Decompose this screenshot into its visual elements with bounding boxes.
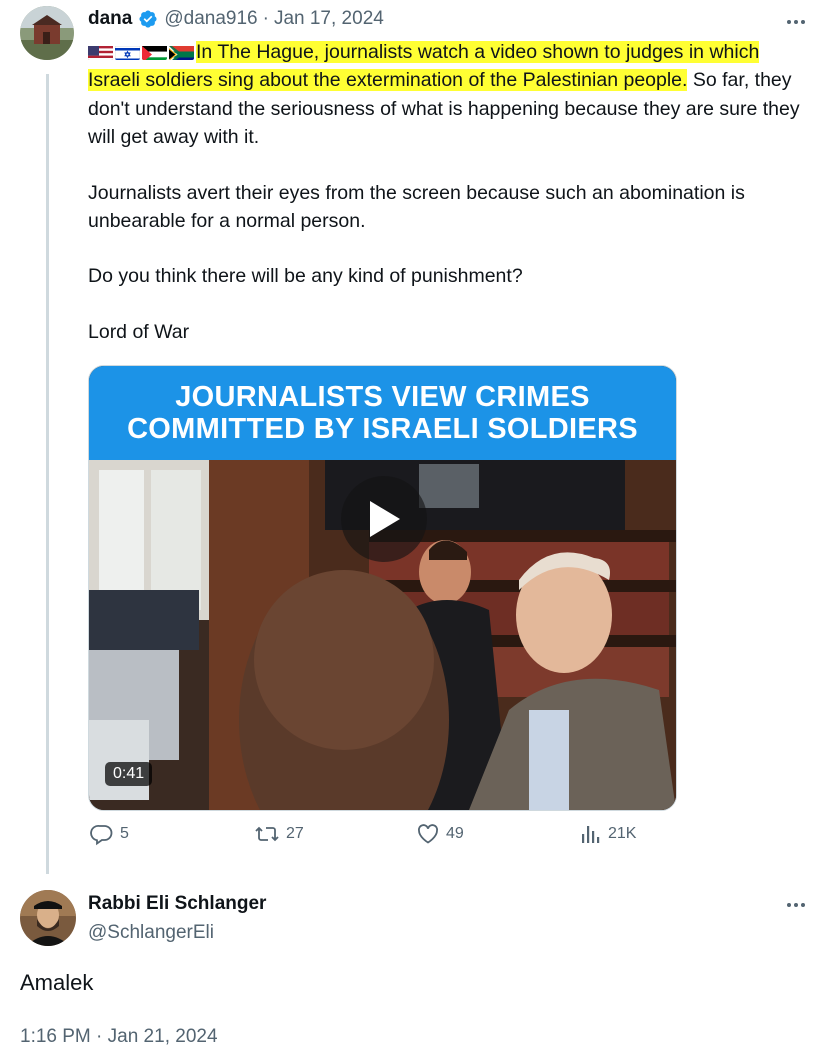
heart-icon	[417, 824, 439, 844]
tweet-date[interactable]: Jan 17, 2024	[274, 8, 384, 30]
reply-text: Amalek	[20, 970, 94, 995]
tweet-paragraph-4: Lord of War	[88, 320, 190, 343]
tweet-actions: 5 27 49 21K	[88, 822, 648, 850]
south-africa-flag-icon	[169, 43, 194, 60]
reply-author-name[interactable]: Rabbi Eli Schlanger	[88, 893, 266, 915]
tweet-header: dana @dana916 · Jan 17, 2024	[88, 8, 384, 30]
play-button[interactable]	[341, 476, 427, 562]
views-button[interactable]: 21K	[580, 822, 636, 846]
reply-author-handle[interactable]: @SchlangerEli	[88, 922, 214, 944]
like-button[interactable]: 49	[416, 822, 464, 846]
more-options-icon[interactable]	[784, 14, 808, 30]
video-duration: 0:41	[105, 762, 153, 786]
palestine-flag-icon	[142, 43, 167, 60]
play-icon	[370, 501, 400, 537]
reply-button[interactable]: 5	[90, 822, 129, 846]
retweet-button[interactable]: 27	[254, 822, 304, 846]
tweet-text: In The Hague, journalists watch a video …	[88, 38, 810, 346]
header-separator: ·	[262, 8, 269, 29]
reply-count: 5	[120, 825, 129, 842]
video-banner-line-1: JOURNALISTS VIEW CRIMES	[175, 381, 590, 413]
views-count: 21K	[608, 825, 637, 842]
reply-avatar[interactable]	[20, 890, 76, 946]
views-chart-icon	[582, 826, 600, 843]
reply-more-options-icon[interactable]	[784, 897, 808, 913]
avatar[interactable]	[20, 6, 74, 60]
israel-flag-icon	[115, 43, 140, 60]
tweet-paragraph-3: Do you think there will be any kind of p…	[88, 265, 523, 288]
thread-connector-line	[46, 74, 49, 874]
video-media[interactable]: JOURNALISTS VIEW CRIMES COMMITTED BY ISR…	[88, 365, 677, 811]
tweet-paragraph-2: Journalists avert their eyes from the sc…	[88, 181, 745, 233]
video-banner-line-2: COMMITTED BY ISRAELI SOLDIERS	[127, 413, 638, 445]
flag-emojis	[88, 43, 194, 60]
video-banner: JOURNALISTS VIEW CRIMES COMMITTED BY ISR…	[89, 366, 676, 460]
avatar-image	[20, 6, 74, 60]
tweet-paragraph-1: In The Hague, journalists watch a video …	[88, 38, 810, 152]
us-flag-icon	[88, 43, 113, 60]
reply-icon	[90, 825, 113, 846]
author-name[interactable]: dana	[88, 8, 132, 30]
verified-badge-icon	[138, 9, 158, 29]
retweet-count: 27	[286, 825, 304, 842]
reply-timestamp[interactable]: 1:16 PM · Jan 21, 2024	[20, 1026, 218, 1048]
like-count: 49	[446, 825, 464, 842]
reply-avatar-image	[20, 890, 76, 946]
author-handle[interactable]: @dana916	[164, 8, 257, 30]
retweet-icon	[255, 826, 279, 842]
